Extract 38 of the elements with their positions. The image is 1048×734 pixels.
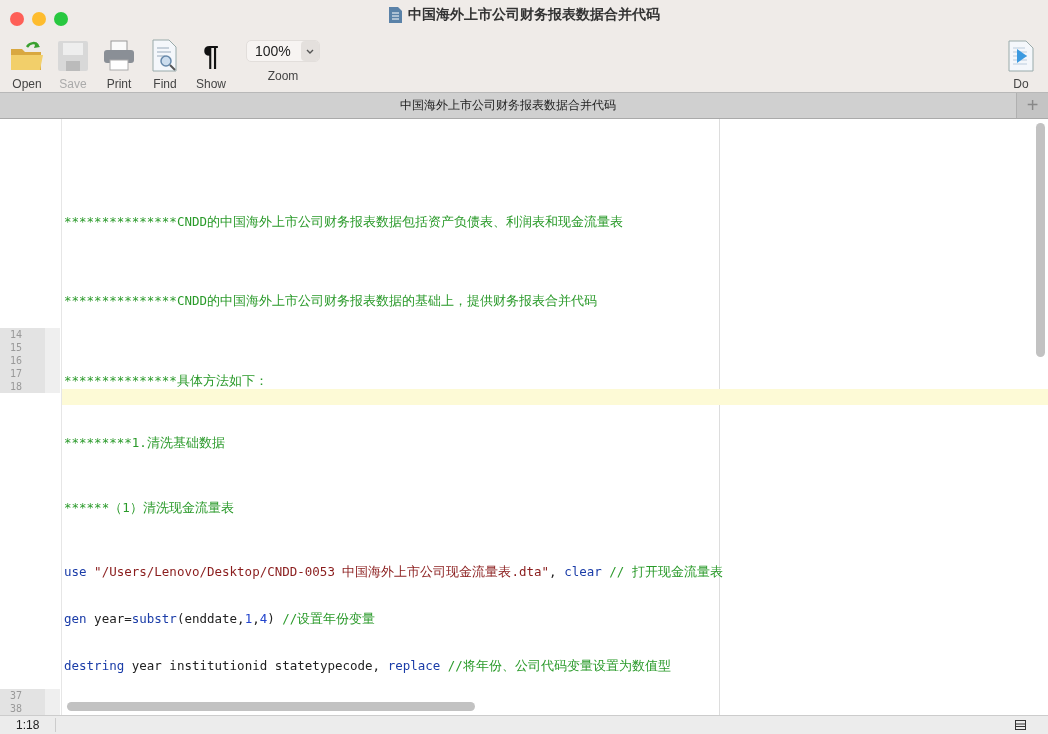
print-button[interactable]: Print (96, 38, 142, 91)
cursor-position: 1:18 (0, 718, 56, 732)
open-button[interactable]: Open (4, 38, 50, 91)
horizontal-scrollbar[interactable] (67, 702, 475, 711)
tab-title: 中国海外上市公司财务报表数据合并代码 (399, 97, 617, 114)
zoom-dropdown[interactable]: 100% (246, 40, 320, 62)
document-icon (388, 7, 402, 23)
minimize-button[interactable] (32, 12, 46, 26)
code-line: *********1.清洗基础数据 (63, 435, 226, 451)
line-number: 15 (0, 341, 45, 354)
zoom-label: Zoom (267, 69, 299, 83)
code-line: ***************CNDD的中国海外上市公司财务报表数据的基础上，提供财务报表合并代码 (63, 293, 598, 309)
line-number: 37 (0, 689, 45, 702)
code-line: gen year=substr(enddate,1,4) //设置年份变量 (63, 611, 377, 627)
line-number: 14 (0, 328, 45, 341)
line-number: 38 (0, 702, 45, 715)
caret-icon (306, 48, 314, 54)
code-line: destring year institutionid statetypecode, replace //将年份、公司代码变量设置为数值型 (63, 658, 672, 674)
code-line: use "/Users/Lenovo/Desktop/CNDD-0053 中国海外上市公司现金流量表.dta", clear // 打开现金流量表 (63, 564, 724, 580)
line-number: 17 (0, 367, 45, 380)
line-number: 16 (0, 354, 45, 367)
vertical-scrollbar[interactable] (1036, 123, 1045, 357)
find-button[interactable]: Find (142, 38, 188, 91)
code-line: ***************CNDD的中国海外上市公司财务报表数据包括资产负债表、利润表和现金流量表 (63, 214, 624, 230)
panel-icon[interactable] (1015, 720, 1026, 730)
window-title: 中国海外上市公司财务报表数据合并代码 (407, 6, 660, 24)
code-line: ******（1）清洗现金流量表 (63, 500, 235, 516)
pilcrow-icon: ¶ (203, 38, 219, 74)
printer-icon (102, 40, 136, 72)
close-button[interactable] (10, 12, 24, 26)
do-button[interactable]: Do (998, 38, 1044, 91)
zoom-button[interactable] (54, 12, 68, 26)
document-magnifier-icon (151, 39, 179, 73)
line-number: 18 (0, 380, 45, 393)
code-line: ***************具体方法如下： (63, 373, 269, 389)
document-play-icon (1008, 40, 1034, 72)
show-button[interactable]: ¶ Show (188, 38, 234, 91)
folder-icon (9, 39, 45, 73)
